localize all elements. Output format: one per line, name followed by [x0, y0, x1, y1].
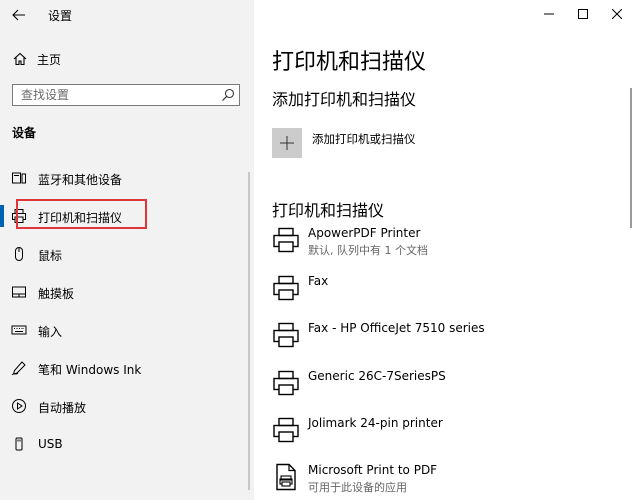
sidebar-item-typing[interactable]: 输入 [0, 316, 250, 344]
printers-section-title: 打印机和扫描仪 [272, 201, 385, 220]
touchpad-icon [12, 286, 26, 298]
sidebar-item-autoplay[interactable]: 自动播放 [0, 392, 250, 420]
title-bar: 设置 [0, 0, 254, 30]
sidebar-item-pen[interactable]: 笔和 Windows Ink [0, 354, 250, 382]
sidebar-item-label: USB [38, 437, 63, 451]
printer-status: 可用于此设备的应用 [308, 481, 407, 494]
page-title: 打印机和扫描仪 [272, 50, 427, 75]
printer-icon [273, 275, 299, 301]
settings-sidebar: 设置 主页 设备 蓝牙和其他设备 打印机和扫描仪 [0, 0, 254, 500]
pdf-printer-icon [276, 463, 296, 491]
search-input[interactable] [13, 85, 221, 105]
printer-icon [273, 227, 299, 253]
pen-icon [11, 361, 26, 376]
section-title: 设备 [12, 126, 37, 140]
printer-name: Fax - HP OfficeJet 7510 series [308, 321, 485, 335]
minimize-button[interactable] [532, 0, 566, 28]
sidebar-item-label: 蓝牙和其他设备 [38, 173, 123, 187]
add-printer-label[interactable]: 添加打印机或扫描仪 [312, 131, 416, 147]
sidebar-item-mouse[interactable]: 鼠标 [0, 240, 250, 268]
keyboard-icon [11, 325, 27, 335]
app-title: 设置 [48, 9, 73, 23]
main-content: 打印机和扫描仪 添加打印机和扫描仪 添加打印机或扫描仪 打印机和扫描仪 Apow… [254, 0, 634, 500]
bluetooth-devices-icon [12, 172, 26, 184]
search-box[interactable] [12, 84, 240, 106]
printer-row[interactable]: Fax [272, 274, 622, 314]
sidebar-item-bluetooth[interactable]: 蓝牙和其他设备 [0, 164, 250, 192]
sidebar-item-label: 触摸板 [38, 287, 75, 301]
maximize-icon [578, 9, 588, 19]
usb-icon [15, 437, 23, 451]
highlight-box [16, 199, 147, 229]
printer-icon [273, 322, 299, 348]
add-printer-button[interactable] [272, 128, 302, 158]
printer-row[interactable]: Jolimark 24-pin printer [272, 416, 622, 456]
plus-icon [280, 136, 294, 150]
printer-name: Fax [308, 274, 329, 288]
mouse-icon [15, 247, 23, 261]
back-button[interactable] [8, 4, 30, 26]
home-label: 主页 [37, 53, 62, 67]
window-controls [532, 0, 634, 30]
add-section-title: 添加打印机和扫描仪 [272, 90, 417, 109]
printer-status: 默认, 队列中有 1 个文档 [308, 244, 428, 257]
printer-name: ApowerPDF Printer [308, 226, 421, 240]
sidebar-item-label: 输入 [38, 325, 63, 339]
printer-icon [273, 417, 299, 443]
sidebar-item-label: 鼠标 [38, 249, 63, 263]
main-scrollbar[interactable] [630, 88, 632, 228]
sidebar-item-usb[interactable]: USB [0, 430, 250, 458]
maximize-button[interactable] [566, 0, 600, 28]
printer-name: Generic 26C-7SeriesPS [308, 369, 446, 383]
printer-row[interactable]: Fax - HP OfficeJet 7510 series [272, 321, 622, 361]
home-icon [13, 52, 27, 66]
printer-row[interactable]: Microsoft Print to PDF 可用于此设备的应用 [272, 463, 622, 503]
sidebar-item-label: 自动播放 [38, 401, 87, 415]
minimize-icon [544, 13, 554, 15]
printer-name: Jolimark 24-pin printer [308, 416, 443, 430]
sidebar-item-label: 笔和 Windows Ink [38, 363, 142, 377]
printer-name: Microsoft Print to PDF [308, 463, 438, 477]
printer-row[interactable]: Generic 26C-7SeriesPS [272, 369, 622, 409]
printer-row[interactable]: ApowerPDF Printer 默认, 队列中有 1 个文档 [272, 226, 622, 266]
back-arrow-icon [12, 9, 25, 21]
printer-icon [273, 370, 299, 396]
close-icon [612, 9, 622, 19]
home-nav-item[interactable]: 主页 [0, 46, 254, 72]
sidebar-scrollbar[interactable] [248, 172, 250, 490]
autoplay-icon [12, 399, 26, 413]
close-button[interactable] [600, 0, 634, 28]
sidebar-item-touchpad[interactable]: 触摸板 [0, 278, 250, 306]
search-icon[interactable] [221, 88, 235, 102]
